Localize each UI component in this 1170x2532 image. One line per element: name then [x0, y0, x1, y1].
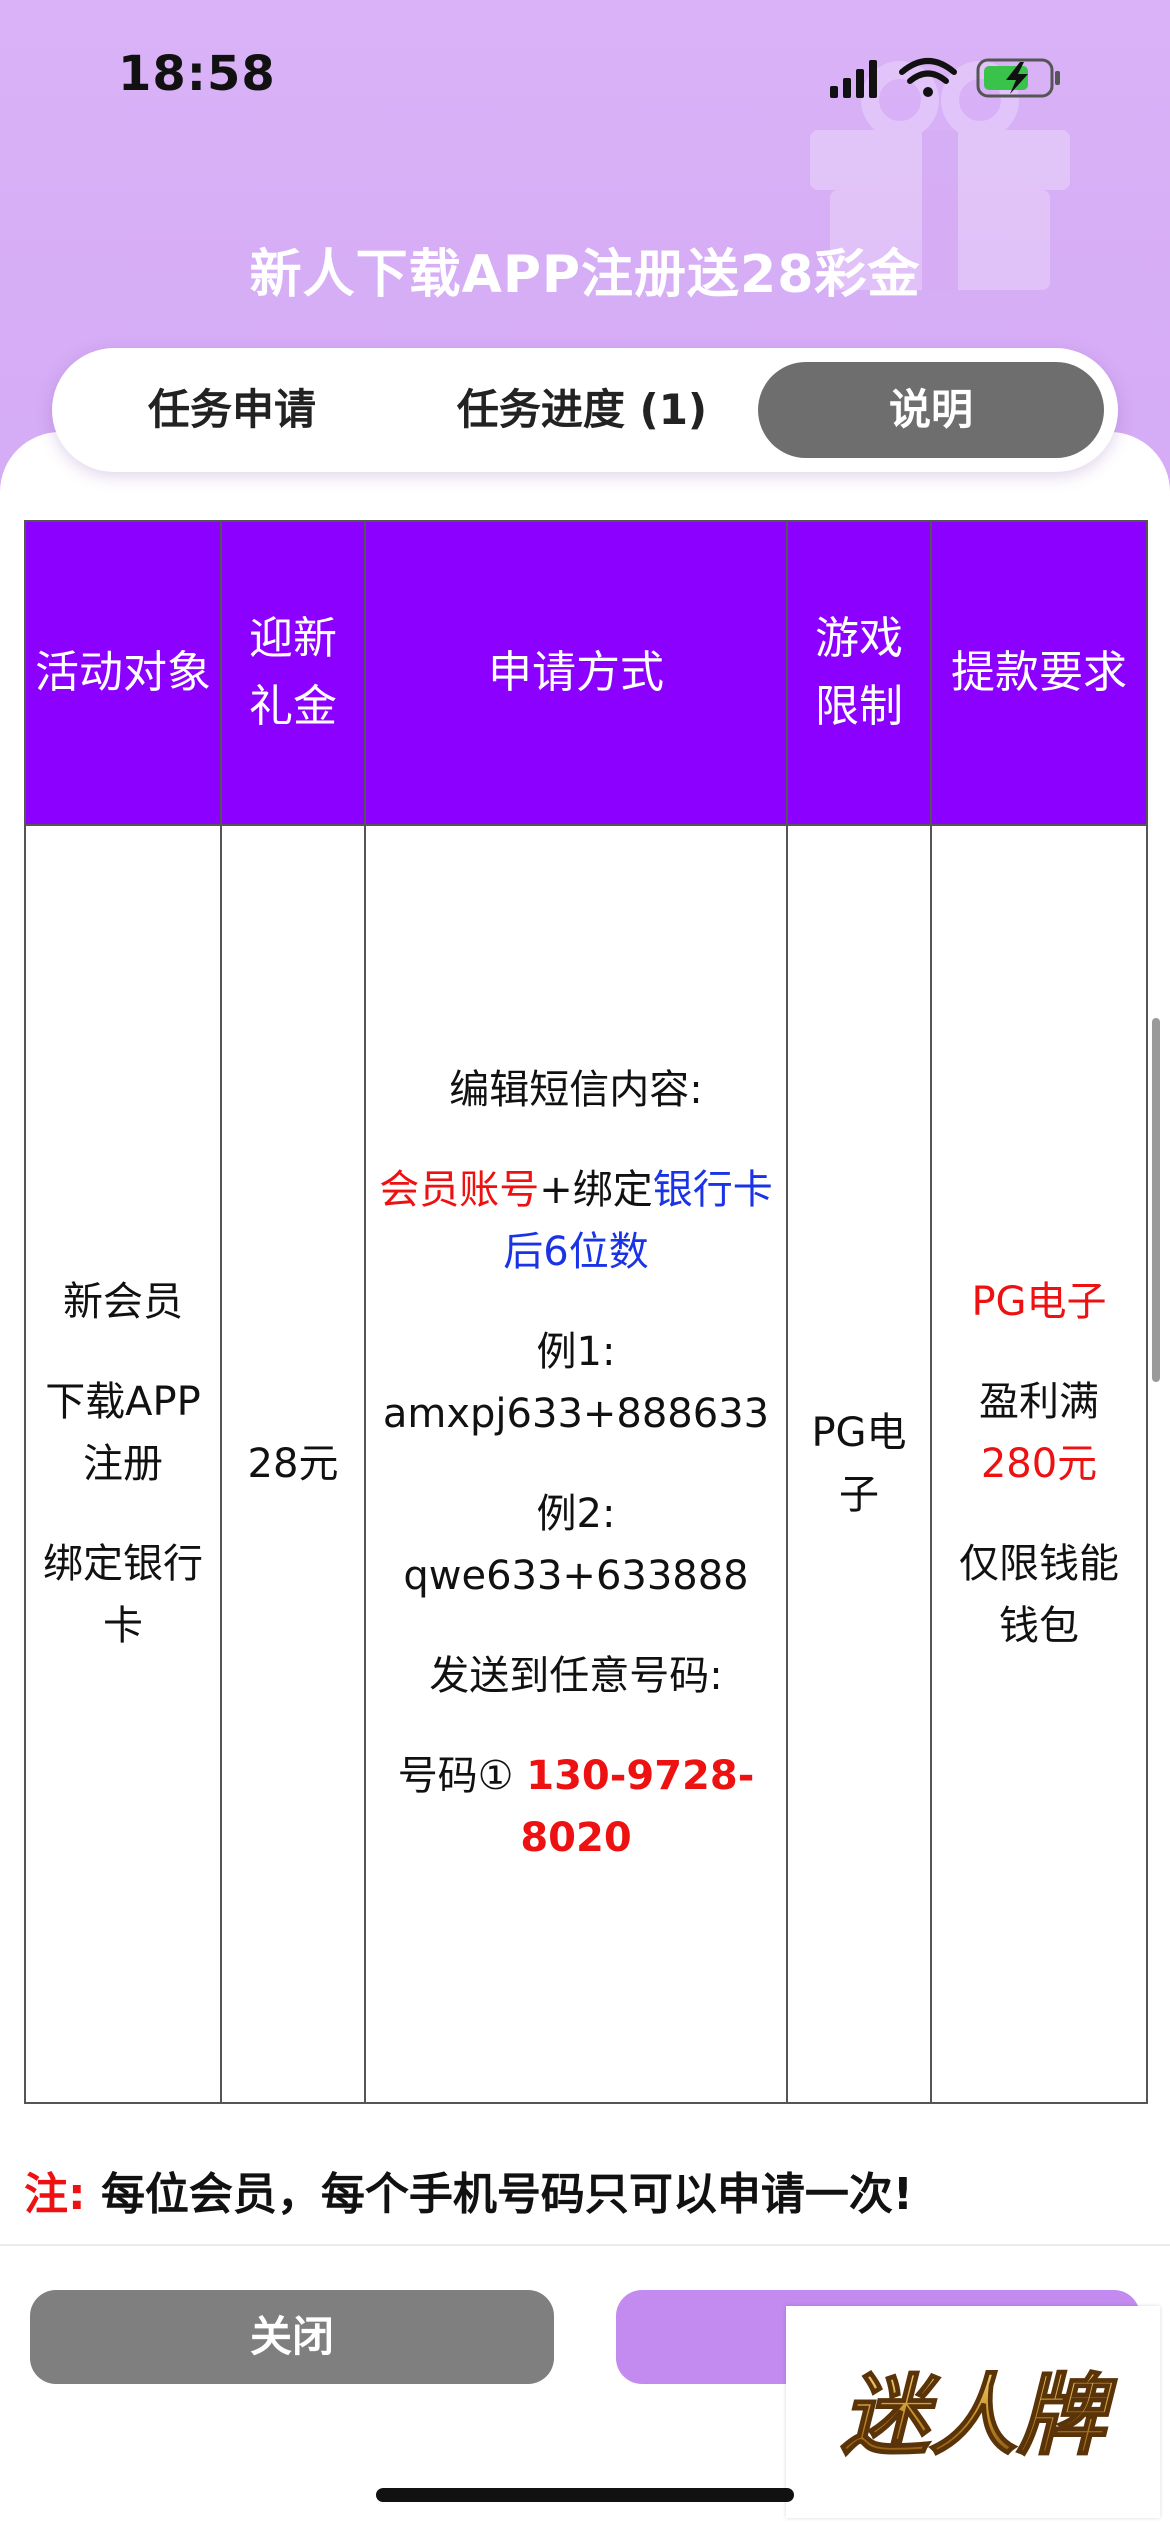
- battery-charging-icon: [976, 58, 1060, 98]
- page-title: 新人下载APP注册送28彩金: [249, 245, 921, 305]
- format-account: 会员账号: [379, 1167, 540, 1213]
- example1-value: amxpj633+888633: [382, 1391, 770, 1437]
- tab-description[interactable]: 说明: [758, 362, 1104, 458]
- method-example-1: 例1: amxpj633+888633: [374, 1321, 778, 1445]
- status-bar: 18:58: [0, 42, 1170, 112]
- header-method: 申请方式: [364, 520, 788, 826]
- status-time: 18:58: [118, 46, 276, 102]
- wifi-icon: [899, 58, 957, 97]
- profit-label: 盈利满: [979, 1379, 1099, 1425]
- cell-target: 新会员 下载APP注册 绑定银行卡: [24, 824, 222, 2104]
- table-header-row: 活动对象 迎新礼金 申请方式 游戏限制 提款要求: [24, 520, 1148, 826]
- header-target: 活动对象: [24, 520, 222, 826]
- withdraw-profit: 盈利满 280元: [940, 1371, 1138, 1495]
- method-number: 号码① 130-9728-8020: [374, 1745, 778, 1869]
- note: 注: 每位会员，每个手机号码只可以申请一次!: [24, 2158, 913, 2222]
- number-label: 号码①: [397, 1753, 514, 1799]
- example1-label: 例1:: [536, 1329, 616, 1375]
- svg-text:迷人牌: 迷人牌: [841, 2363, 1117, 2467]
- tab-bar: 任务申请 任务进度 (1) 说明: [52, 348, 1118, 472]
- close-button[interactable]: 关闭: [30, 2290, 554, 2384]
- phone-number: 130-9728-8020: [520, 1753, 755, 1861]
- withdraw-game: PG电子: [971, 1279, 1107, 1325]
- note-text: 每位会员，每个手机号码只可以申请一次!: [100, 2169, 914, 2220]
- table-row: 新会员 下载APP注册 绑定银行卡 28元 编辑短信内容: 会员账号+绑定银行卡…: [24, 824, 1148, 2104]
- target-line-download: 下载APP注册: [45, 1379, 201, 1487]
- tab-task-apply[interactable]: 任务申请: [92, 362, 372, 458]
- example2-value: qwe633+633888: [403, 1553, 749, 1599]
- cell-game: PG电子: [786, 824, 932, 2104]
- target-line-bind-card: 绑定银行卡: [43, 1541, 203, 1649]
- method-format: 会员账号+绑定银行卡后6位数: [374, 1159, 778, 1283]
- brand-logo-art: 迷人牌: [840, 2362, 1118, 2468]
- cell-method: 编辑短信内容: 会员账号+绑定银行卡后6位数 例1: amxpj633+88863…: [364, 824, 788, 2104]
- header-withdraw: 提款要求: [930, 520, 1148, 826]
- status-icons: [830, 58, 1060, 98]
- header-bonus: 迎新礼金: [220, 520, 366, 826]
- home-indicator[interactable]: [376, 2488, 794, 2502]
- example2-label: 例2:: [536, 1491, 616, 1537]
- divider: [0, 2244, 1170, 2246]
- note-label: 注:: [24, 2169, 86, 2220]
- method-intro: 编辑短信内容:: [449, 1067, 703, 1113]
- profit-value: 280元: [980, 1441, 1098, 1487]
- promo-table: 活动对象 迎新礼金 申请方式 游戏限制 提款要求 新会员 下载APP注册 绑定银…: [24, 520, 1148, 2104]
- header-game: 游戏限制: [786, 520, 932, 826]
- target-line-new-member: 新会员: [63, 1279, 183, 1325]
- method-send-to: 发送到任意号码:: [429, 1653, 723, 1699]
- cellular-signal-icon: [830, 60, 877, 98]
- tab-task-progress[interactable]: 任务进度 (1): [412, 362, 752, 458]
- format-plus: +绑定: [539, 1167, 653, 1213]
- scrollbar[interactable]: [1152, 1018, 1160, 1382]
- withdraw-wallet: 仅限钱能钱包: [959, 1541, 1119, 1649]
- cell-withdraw: PG电子 盈利满 280元 仅限钱能钱包: [930, 824, 1148, 2104]
- brand-logo: 迷人牌: [786, 2306, 1160, 2518]
- cell-bonus: 28元: [220, 824, 366, 2104]
- method-example-2: 例2: qwe633+633888: [374, 1483, 778, 1607]
